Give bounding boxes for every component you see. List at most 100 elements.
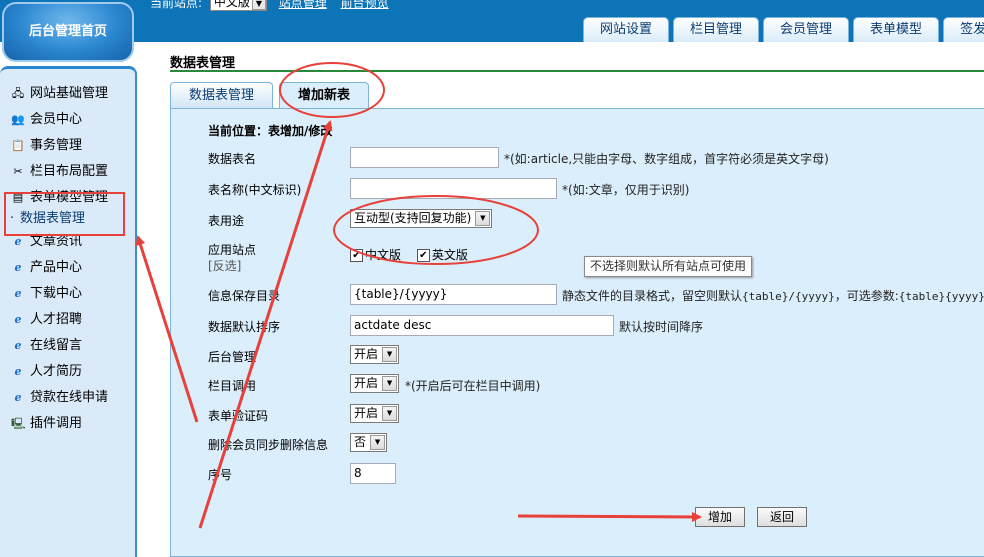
delete-sync-select-value: 否 [354, 435, 367, 449]
clipboard-icon: 📋 [11, 139, 25, 152]
display-name-label: 表名称(中文标识) [208, 183, 302, 197]
sort-input[interactable]: actdate desc [350, 315, 614, 336]
usage-select-value: 互动型(支持回复功能) [354, 211, 472, 225]
nav-tab-members[interactable]: 会员管理 [763, 17, 850, 42]
tab-data-tables[interactable]: 数据表管理 [170, 82, 274, 109]
sub-tabs: 数据表管理 增加新表 [170, 82, 375, 109]
checkbox-chinese[interactable]: ✔ [350, 249, 363, 262]
sidebar-item-label: 贷款在线申请 [30, 390, 109, 405]
sidebar-item-messages[interactable]: e 在线留言 [0, 333, 135, 359]
form-panel: 当前位置：表增加/修改 数据表名 *(如:article,只能由字母、数字组成，… [170, 108, 984, 557]
admin-select[interactable]: 开启 ▼ [350, 345, 400, 364]
breadcrumb: 当前位置：表增加/修改 [208, 124, 333, 138]
sidebar-item-affairs[interactable]: 📋 事务管理 [0, 133, 135, 159]
sidebar-item-label: 人才简历 [30, 364, 83, 379]
table-name-label: 数据表名 [208, 152, 257, 166]
top-nav: 网站设置栏目管理会员管理表单模型签发信息 [583, 17, 984, 42]
add-button[interactable]: 增加 [695, 507, 746, 527]
sidebar-item-data-tables[interactable]: · 数据表管理 [0, 211, 135, 229]
column-call-row: 栏目调用 开启 ▼ *(开启后可在栏目中调用) [208, 374, 540, 396]
column-call-label: 栏目调用 [208, 379, 257, 393]
chevron-down-icon: ▼ [382, 376, 398, 391]
order-input[interactable]: 8 [350, 463, 396, 484]
sidebar-item-form-models[interactable]: ▤ 表单模型管理 [0, 185, 135, 211]
chevron-down-icon: ▼ [370, 435, 386, 450]
checkbox-chinese-label: 中文版 [365, 248, 402, 262]
save-dir-label: 信息保存目录 [208, 289, 281, 303]
site-checkboxes: ✔ 中文版 ✔ 英文版 [350, 246, 468, 263]
ie-icon: e [14, 261, 22, 274]
sidebar-item-label: 网站基础管理 [30, 86, 109, 101]
display-name-input[interactable] [350, 178, 557, 199]
usage-select[interactable]: 互动型(支持回复功能) ▼ [350, 209, 493, 228]
sidebar-item-jobs[interactable]: e 人才招聘 [0, 307, 135, 333]
sidebar: 🖧 网站基础管理 👥 会员中心 📋 事务管理 ✂ 栏目布局配置 ▤ 表单模型管理 · 数据表… [0, 66, 137, 557]
site-select[interactable]: 中文版 ▼ [209, 0, 267, 11]
nav-tab-publish[interactable]: 签发信息 [943, 17, 984, 42]
sites-label: 应用站点 [208, 243, 257, 257]
invert-selection-link[interactable]: [反选] [208, 257, 241, 274]
save-dir-hint: 静态文件的目录格式，留空则默认{table}/{yyyy}，可选参数:{tabl… [562, 287, 984, 304]
nav-tab-site-settings[interactable]: 网站设置 [583, 17, 670, 42]
display-name-hint: *(如:文章，仅用于识别) [562, 183, 690, 197]
column-call-hint: *(开启后可在栏目中调用) [405, 379, 541, 393]
save-dir-hint-text: 静态文件的目录格式，留空则默认 [562, 289, 743, 303]
table-name-input[interactable] [350, 147, 499, 168]
sidebar-item-label: 文章资讯 [30, 234, 83, 249]
sidebar-item-label: 表单模型管理 [30, 190, 109, 205]
site-select-value: 中文版 [213, 0, 250, 9]
ie-icon: e [14, 287, 22, 300]
chevron-down-icon: ▼ [382, 406, 398, 421]
delete-sync-label: 删除会员同步删除信息 [208, 438, 329, 452]
chevron-down-icon: ▼ [475, 211, 491, 226]
sidebar-item-layout[interactable]: ✂ 栏目布局配置 [0, 159, 135, 185]
bullet-icon: · [10, 211, 15, 226]
sidebar-item-label: 下载中心 [30, 286, 83, 301]
sort-hint: 默认按时间降序 [619, 320, 704, 334]
tools-icon: ✂ [13, 165, 23, 178]
back-button[interactable]: 返回 [757, 507, 808, 527]
usage-label: 表用途 [208, 214, 245, 228]
sidebar-item-downloads[interactable]: e 下载中心 [0, 281, 135, 307]
save-dir-hint-mid: ，可选参数: [834, 289, 899, 303]
sidebar-item-label: 在线留言 [30, 338, 83, 353]
delete-sync-row: 删除会员同步删除信息 否 ▼ [208, 433, 388, 455]
sidebar-item-plugins[interactable]: 🖳 插件调用 [0, 411, 135, 437]
admin-label: 后台管理 [208, 350, 257, 364]
captcha-select[interactable]: 开启 ▼ [350, 404, 400, 423]
sidebar-item-site-basics[interactable]: 🖧 网站基础管理 [0, 81, 135, 107]
title-divider [170, 70, 984, 72]
sidebar-item-label: 会员中心 [30, 112, 83, 127]
site-manage-link[interactable]: 站点管理 [279, 0, 327, 10]
sidebar-item-label: 数据表管理 [20, 211, 86, 226]
delete-sync-select[interactable]: 否 ▼ [350, 433, 388, 452]
column-call-select-value: 开启 [354, 376, 379, 390]
admin-home-button[interactable]: 后台管理首页 [2, 2, 134, 62]
nav-tab-form-models[interactable]: 表单模型 [853, 17, 940, 42]
column-call-select[interactable]: 开启 ▼ [350, 374, 400, 393]
checkbox-english[interactable]: ✔ [416, 249, 430, 262]
sidebar-item-products[interactable]: e 产品中心 [0, 255, 135, 281]
sidebar-item-label: 栏目布局配置 [30, 164, 109, 179]
ie-icon: e [14, 365, 22, 378]
site-label: 当前站点: [150, 0, 203, 10]
chevron-down-icon: ▼ [382, 347, 398, 362]
save-dir-hint-default: {table}/{yyyy} [742, 290, 835, 303]
form-icon: ▤ [12, 191, 24, 204]
sidebar-item-articles[interactable]: e 文章资讯 [0, 229, 135, 255]
sort-label: 数据默认排序 [208, 320, 281, 334]
ie-icon: e [14, 339, 22, 352]
nav-tab-columns[interactable]: 栏目管理 [673, 17, 760, 42]
captcha-select-value: 开启 [354, 406, 379, 420]
save-dir-hint-params: {table}{yyyy}{mm} [898, 290, 984, 303]
order-label: 序号 [208, 468, 233, 482]
tab-add-table[interactable]: 增加新表 [279, 82, 370, 109]
sidebar-item-resumes[interactable]: e 人才简历 [0, 359, 135, 385]
sites-tooltip: 不选择则默认所有站点可使用 [584, 256, 753, 277]
save-dir-input[interactable]: {table}/{yyyy} [350, 284, 557, 305]
preview-link[interactable]: 前台预览 [341, 0, 389, 10]
ie-icon: e [14, 391, 22, 404]
usage-row: 表用途 互动型(支持回复功能) ▼ [208, 209, 493, 231]
sidebar-item-member-center[interactable]: 👥 会员中心 [0, 107, 135, 133]
sidebar-item-loans[interactable]: e 贷款在线申请 [0, 385, 135, 411]
